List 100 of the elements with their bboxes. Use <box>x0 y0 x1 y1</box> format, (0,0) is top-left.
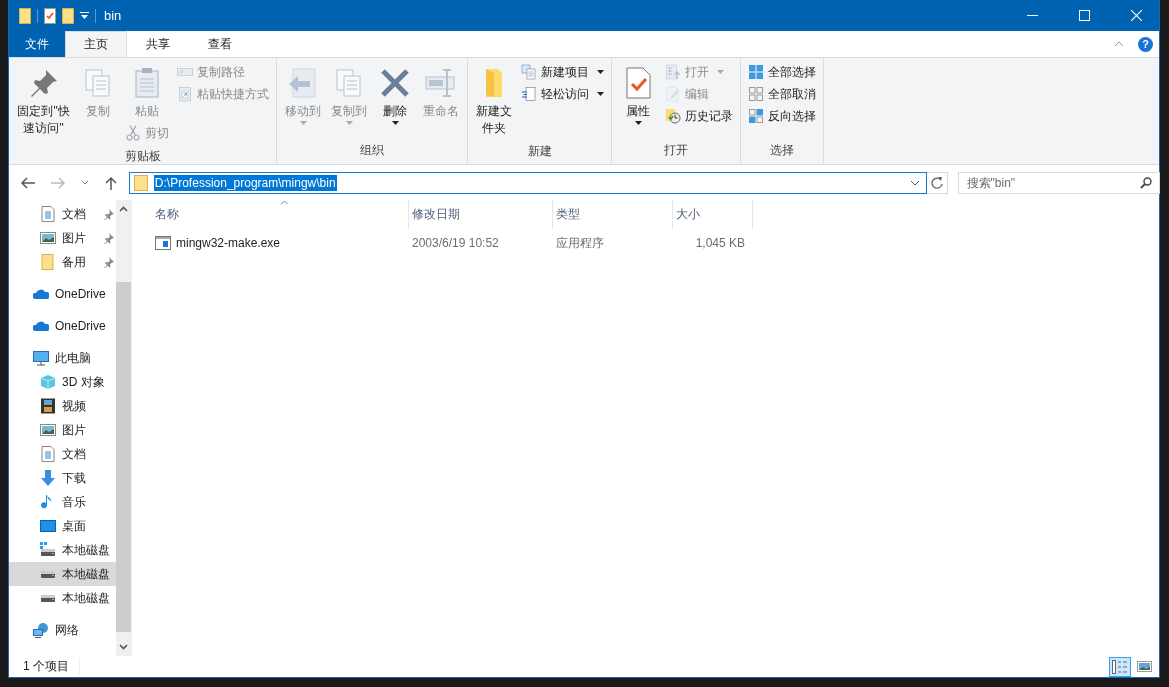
item-count: 1 个项目 <box>23 658 80 675</box>
pic-icon <box>40 230 56 246</box>
sidebar-item[interactable]: 本地磁盘 <box>9 562 116 586</box>
ribbon-button[interactable]: 属性 <box>616 61 661 127</box>
refresh-icon <box>930 176 943 189</box>
cube-icon <box>40 374 56 390</box>
ribbon-tab[interactable]: 文件 <box>9 31 65 57</box>
sidebar-item[interactable]: 文档 <box>9 442 116 466</box>
table-cell-text: 1,045 KB <box>694 236 746 250</box>
column-header[interactable]: 大小 <box>673 200 753 228</box>
sidebar-item[interactable]: 图片 <box>9 418 116 442</box>
newitem-icon <box>521 64 538 80</box>
group-label: 选择 <box>769 142 796 159</box>
group-label: 组织 <box>359 142 386 159</box>
doc-icon <box>40 206 56 222</box>
column-header[interactable]: 修改日期 <box>409 200 553 228</box>
sidebar-label: 本地磁盘 <box>62 589 110 607</box>
sidebar-label: OneDrive <box>55 319 106 333</box>
table-cell-text: 应用程序 <box>555 234 605 252</box>
rename-icon <box>425 67 458 99</box>
ribbon-button[interactable]: 全部取消 <box>745 83 820 105</box>
sidebar-item[interactable]: 此电脑 <box>9 346 116 370</box>
chevron-up-icon[interactable] <box>119 206 128 212</box>
shortcut-icon <box>177 86 194 102</box>
sidebar-label: 音乐 <box>62 493 86 511</box>
sidebar-label: 下载 <box>62 469 86 487</box>
column-header[interactable]: 类型 <box>553 200 673 228</box>
cut-icon <box>125 125 142 141</box>
chevron-down-icon[interactable] <box>119 644 128 650</box>
folder-icon <box>133 174 148 191</box>
sidebar-item[interactable]: 文档 <box>9 202 116 226</box>
folder-icon[interactable] <box>19 7 31 24</box>
sidebar-label: 文档 <box>62 445 86 463</box>
sidebar-item[interactable]: 桌面 <box>9 514 116 538</box>
dropdown-icon[interactable] <box>80 11 89 20</box>
back-icon[interactable] <box>21 176 35 189</box>
scrollbar[interactable] <box>116 200 131 656</box>
close-icon <box>1130 10 1142 21</box>
sidebar-item[interactable]: 视频 <box>9 394 116 418</box>
ribbon-button[interactable]: 全部选择 <box>745 61 820 83</box>
net-icon <box>33 622 49 638</box>
open-icon <box>665 64 682 80</box>
chevron-down-icon[interactable] <box>909 179 920 186</box>
sidebar-item[interactable]: 本地磁盘 <box>9 586 116 610</box>
address-field[interactable]: D:\Profession_program\mingw\bin <box>128 171 927 194</box>
sidebar-label: 图片 <box>62 229 86 247</box>
sidebar-item[interactable]: 备用 <box>9 250 116 274</box>
sidebar-item[interactable]: 下载 <box>9 466 116 490</box>
drive-icon <box>40 569 56 579</box>
chevron-down-icon[interactable] <box>80 180 89 185</box>
application-window-icon <box>155 236 171 250</box>
folder-icon <box>40 254 56 270</box>
sidebar-item[interactable]: 3D 对象 <box>9 370 116 394</box>
ribbon-button[interactable]: 新建项目 <box>518 61 608 83</box>
down-icon <box>40 470 56 486</box>
sort-ascending-icon <box>280 200 289 205</box>
sidebar-item[interactable]: 图片 <box>9 226 116 250</box>
sidebar-label: 此电脑 <box>55 349 91 367</box>
refresh-button[interactable] <box>926 171 948 194</box>
delete-icon <box>379 67 412 99</box>
column-header[interactable]: 名称 <box>152 200 409 228</box>
drive-icon <box>40 593 56 603</box>
sidebar-label: 桌面 <box>62 517 86 535</box>
maximize-icon <box>1078 10 1090 21</box>
help-button[interactable]: ? <box>1138 36 1153 52</box>
group-label: 剪贴板 <box>123 148 162 165</box>
sidebar-label: 图片 <box>62 421 86 439</box>
pic-icon <box>40 422 56 438</box>
ribbon-button[interactable]: 轻松访问 <box>518 83 608 105</box>
scrollbar-thumb[interactable] <box>116 282 131 632</box>
ribbon-button[interactable]: 历史记录 <box>662 105 737 127</box>
ribbon-button[interactable]: 删除 <box>373 61 418 127</box>
sidebar-label: 3D 对象 <box>62 373 105 391</box>
table-cell-text: 2003/6/19 10:52 <box>411 236 500 250</box>
pc-icon <box>33 350 49 366</box>
film-icon <box>40 398 56 414</box>
ribbon-button[interactable]: 反向选择 <box>745 105 820 127</box>
edit-icon <box>665 86 682 102</box>
sidebar-item[interactable]: 网络 <box>9 618 116 642</box>
folder-icon[interactable] <box>62 7 74 24</box>
sidebar-label: 文档 <box>62 205 86 223</box>
file-row[interactable]: mingw32-make.exe 2003/6/19 10:52 应用程序 1,045 KB <box>152 230 1159 256</box>
ribbon-button[interactable]: 固定到"快速访问" <box>13 61 75 139</box>
sidebar-item[interactable]: OneDrive <box>9 282 116 306</box>
ribbon-button[interactable]: 新建文件夹 <box>472 61 517 139</box>
details-view-button[interactable] <box>1109 656 1131 677</box>
sidebar-item[interactable]: 本地磁盘 <box>9 538 116 562</box>
checklist-icon[interactable] <box>44 7 56 24</box>
sidebar-label: 本地磁盘 <box>62 541 110 559</box>
up-arrow-icon[interactable] <box>104 175 117 190</box>
sidebar-label: OneDrive <box>55 287 106 301</box>
desk-icon <box>40 518 56 534</box>
ribbon-tab[interactable]: 主页 <box>65 31 127 57</box>
sidebar-item[interactable]: 音乐 <box>9 490 116 514</box>
invert-icon <box>748 108 765 124</box>
search-field[interactable]: 搜索"bin" <box>957 171 1160 194</box>
doc-icon <box>40 446 56 462</box>
sidebar-item[interactable]: OneDrive <box>9 314 116 338</box>
selall-icon <box>748 64 765 80</box>
chevron-up-icon[interactable] <box>1114 41 1124 47</box>
